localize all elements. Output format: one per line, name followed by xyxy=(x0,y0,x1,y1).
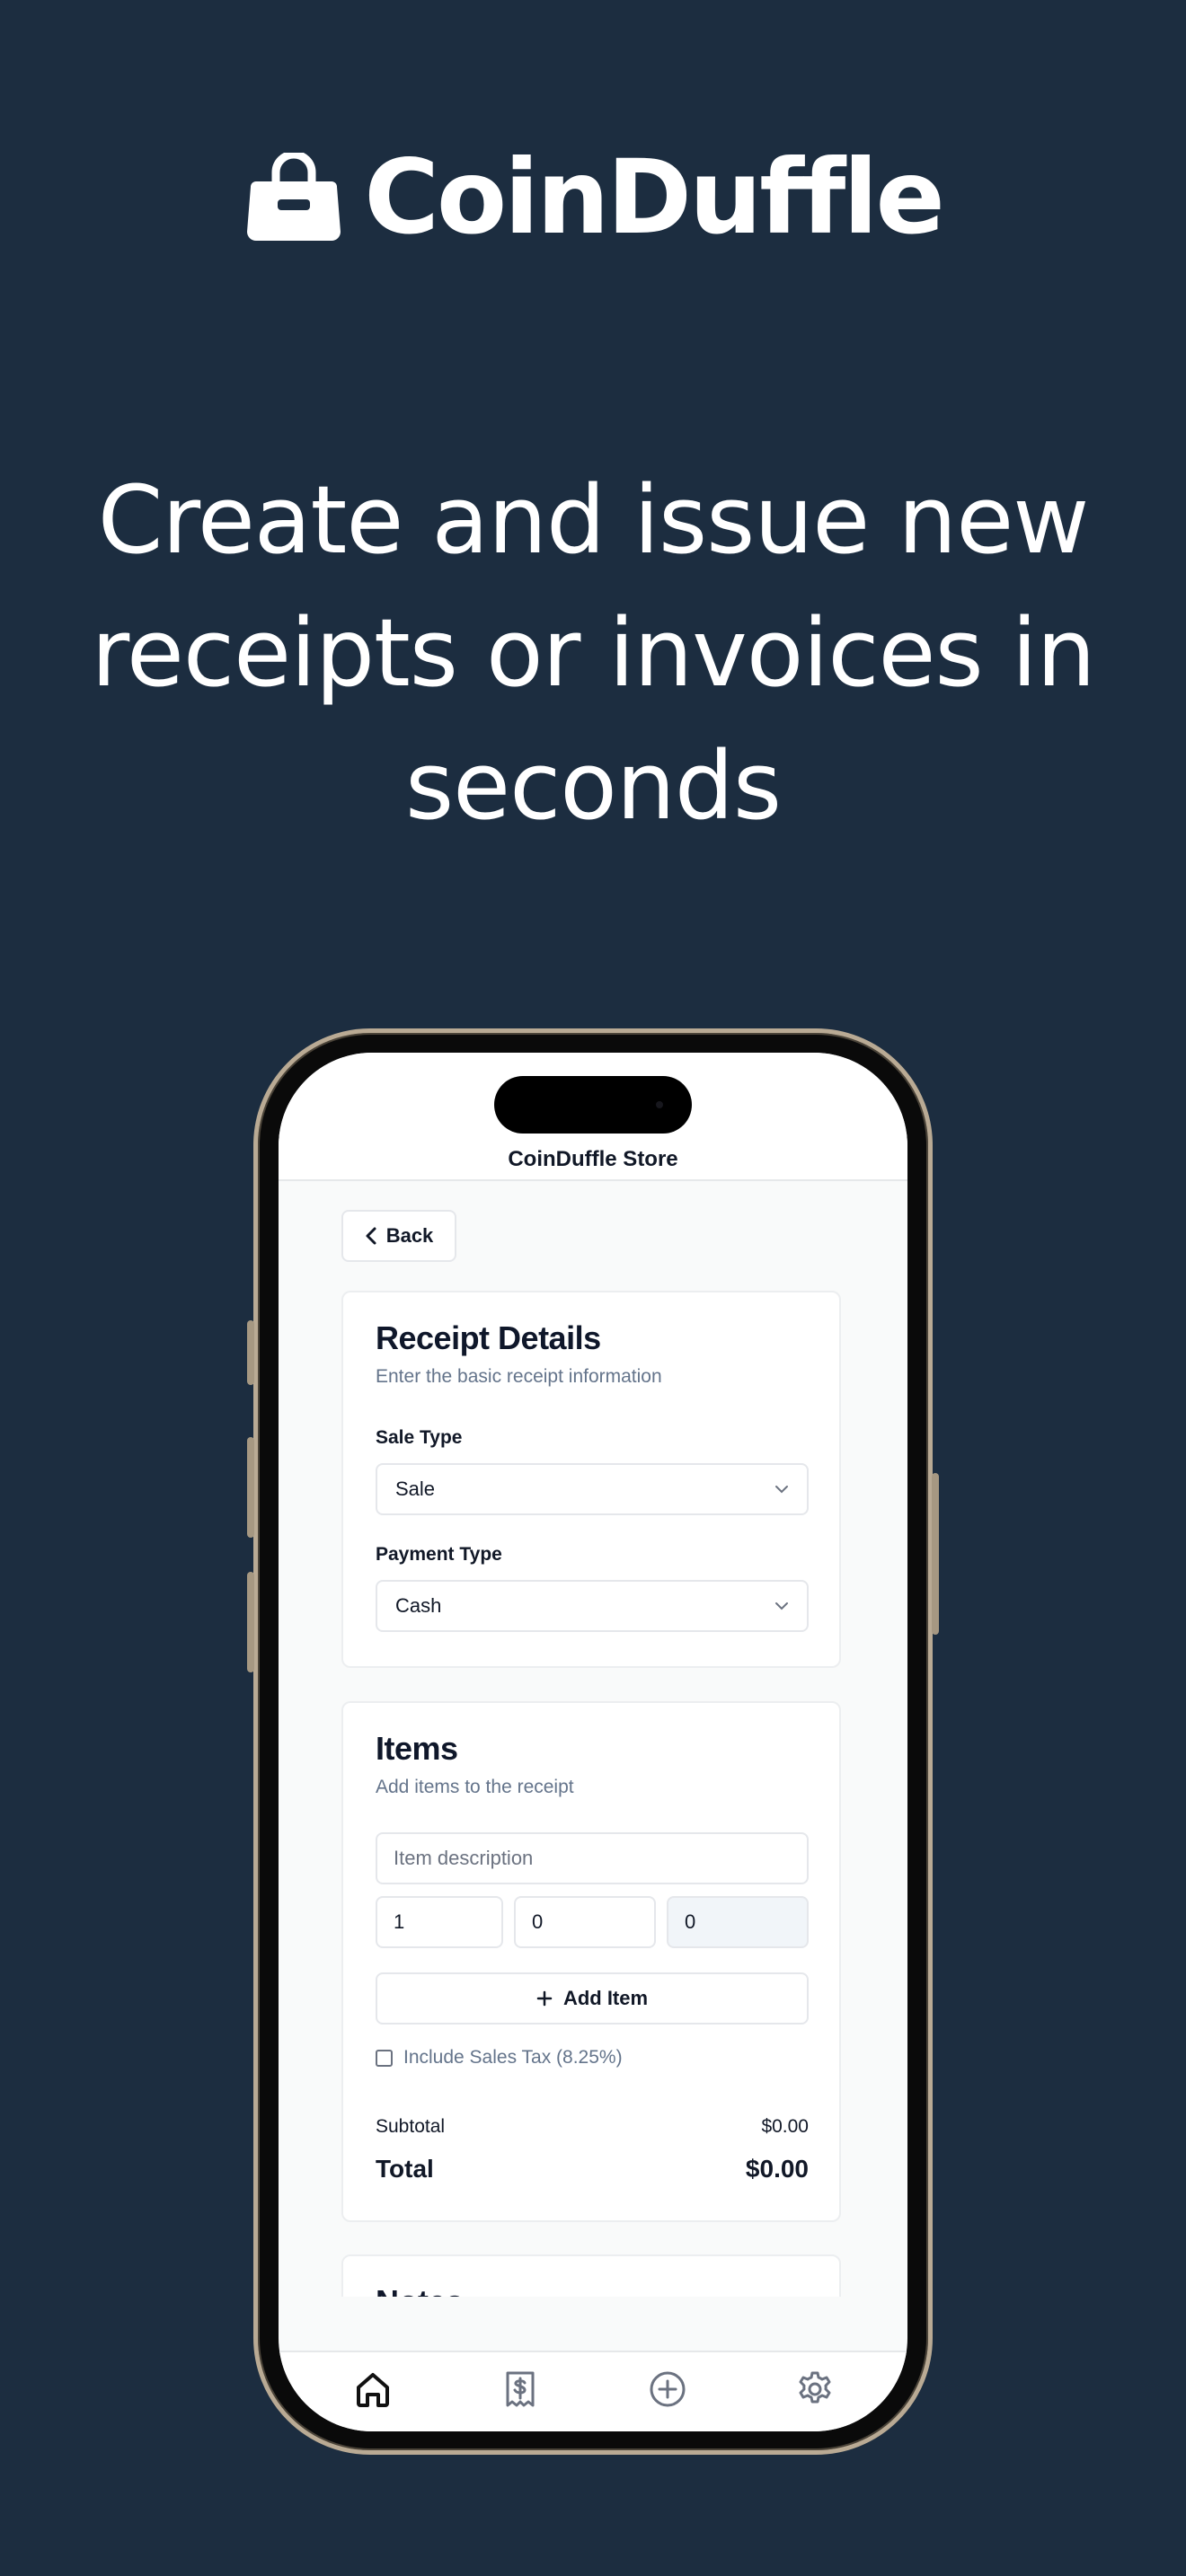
receipt-details-title: Receipt Details xyxy=(376,1319,601,1356)
add-item-label: Add Item xyxy=(562,1987,649,2009)
subtotal-label: Subtotal xyxy=(376,2116,446,2137)
phone-side-button xyxy=(247,1437,254,1538)
payment-type-select[interactable]: Cash xyxy=(376,1580,809,1632)
item-description-placeholder: Item description xyxy=(394,1847,534,1869)
chevron-down-icon xyxy=(775,1602,788,1610)
item-line-total-field: 0 xyxy=(667,1896,809,1948)
receipt-dollar-icon xyxy=(506,2371,535,2407)
chevron-left-icon xyxy=(366,1227,376,1245)
phone-screen: CoinDuffle Store Back Receipt Details En… xyxy=(279,1053,907,2431)
home-icon xyxy=(357,2373,389,2407)
bottom-tab-bar xyxy=(279,2351,907,2431)
sale-type-select[interactable]: Sale xyxy=(376,1463,809,1515)
tab-receipts[interactable] xyxy=(496,2365,544,2413)
sales-tax-row: Include Sales Tax (8.25%) xyxy=(376,2047,623,2069)
sale-type-value: Sale xyxy=(395,1478,436,1500)
phone-side-button xyxy=(247,1572,254,1672)
total-row: Total $0.00 xyxy=(376,2155,809,2183)
total-value: $0.00 xyxy=(745,2155,809,2183)
chevron-down-icon xyxy=(775,1486,788,1494)
items-title: Items xyxy=(376,1730,458,1767)
items-card: Items Add items to the receipt Item desc… xyxy=(341,1701,841,2222)
phone-side-button xyxy=(247,1320,254,1385)
total-label: Total xyxy=(376,2155,434,2183)
plus-circle-icon xyxy=(650,2371,686,2407)
gear-icon xyxy=(799,2371,831,2404)
item-price-value: 0 xyxy=(532,1910,544,1933)
sales-tax-label: Include Sales Tax (8.25%) xyxy=(403,2047,623,2068)
item-description-input[interactable]: Item description xyxy=(376,1832,809,1884)
brand-header: CoinDuffle xyxy=(0,144,1186,251)
receipt-form: Back Receipt Details Enter the basic rec… xyxy=(279,1183,907,2297)
subtotal-value: $0.00 xyxy=(761,2116,809,2137)
tab-create[interactable] xyxy=(643,2365,692,2413)
back-label: Back xyxy=(385,1224,434,1247)
item-price-input[interactable]: 0 xyxy=(514,1896,656,1948)
add-item-button[interactable]: Add Item xyxy=(376,1972,809,2025)
receipt-details-card: Receipt Details Enter the basic receipt … xyxy=(341,1291,841,1668)
sale-type-label: Sale Type xyxy=(376,1427,463,1448)
tab-settings[interactable] xyxy=(791,2365,839,2413)
store-title: CoinDuffle Store xyxy=(508,1147,678,1171)
payment-type-label: Payment Type xyxy=(376,1544,502,1565)
items-subtitle: Add items to the receipt xyxy=(376,1777,574,1797)
tab-home[interactable] xyxy=(349,2365,397,2413)
payment-type-value: Cash xyxy=(395,1594,442,1617)
shopping-bag-icon xyxy=(247,153,341,241)
brand-name: CoinDuffle xyxy=(364,137,945,257)
subtotal-row: Subtotal $0.00 xyxy=(376,2116,809,2138)
sales-tax-checkbox[interactable] xyxy=(376,2049,393,2067)
notes-card: Notes xyxy=(341,2254,841,2297)
item-quantity-value: 1 xyxy=(394,1910,405,1933)
notes-title: Notes xyxy=(376,2283,464,2297)
dynamic-island xyxy=(494,1076,692,1134)
headline: Create and issue new receipts or invoice… xyxy=(91,465,1095,841)
item-quantity-input[interactable]: 1 xyxy=(376,1896,503,1948)
back-button[interactable]: Back xyxy=(341,1210,456,1262)
receipt-details-subtitle: Enter the basic receipt information xyxy=(376,1366,662,1387)
app-top-bar: CoinDuffle Store xyxy=(279,1053,907,1181)
plus-icon xyxy=(536,1990,553,2007)
item-line-total-value: 0 xyxy=(685,1910,696,1933)
phone-side-button xyxy=(932,1473,939,1635)
